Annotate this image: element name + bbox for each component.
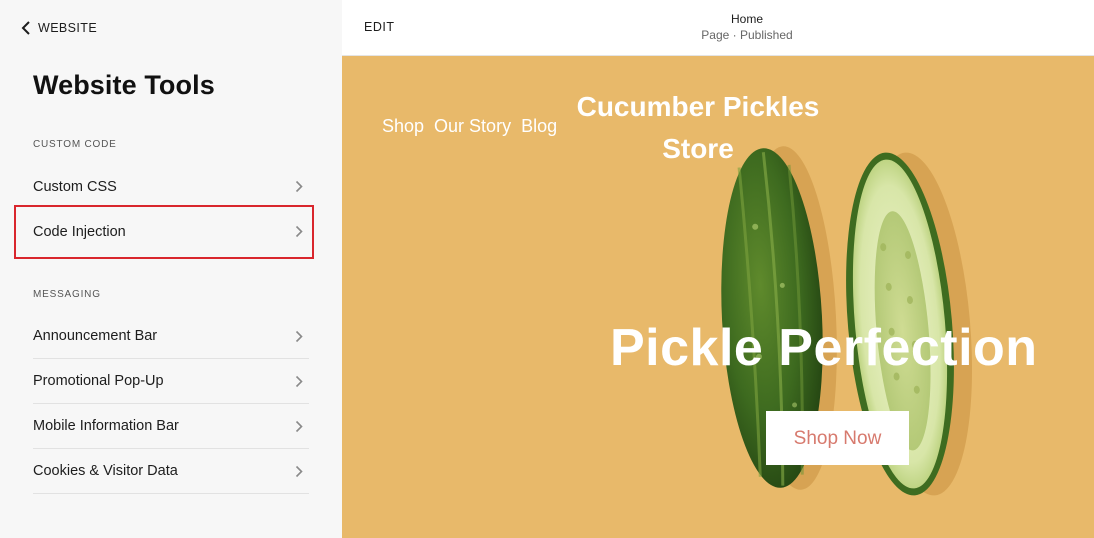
chevron-right-icon: [295, 420, 309, 433]
site-editor: EDIT Home Page · Published Shop Our Stor…: [342, 0, 1094, 538]
sidebar-item-promotional-pop-up[interactable]: Promotional Pop-Up: [33, 359, 309, 404]
messaging-list: Announcement Bar Promotional Pop-Up Mobi…: [0, 314, 342, 494]
site-nav: Shop Our Story Blog: [382, 116, 557, 137]
site-preview[interactable]: Shop Our Story Blog Cucumber Pickles Sto…: [342, 56, 1094, 538]
sidebar-item-label: Code Injection: [33, 223, 126, 240]
sidebar-item-mobile-information-bar[interactable]: Mobile Information Bar: [33, 404, 309, 449]
sidebar-item-label: Cookies & Visitor Data: [33, 463, 178, 479]
sidebar-item-code-injection[interactable]: Code Injection: [33, 209, 309, 254]
sidebar-item-cookies-visitor-data[interactable]: Cookies & Visitor Data: [33, 449, 309, 494]
page-status: Page · Published: [701, 28, 793, 42]
shop-now-button[interactable]: Shop Now: [766, 411, 909, 465]
chevron-right-icon: [295, 180, 309, 193]
site-nav-shop[interactable]: Shop: [382, 116, 424, 137]
editor-topbar: EDIT Home Page · Published: [342, 0, 1094, 56]
back-to-website-link[interactable]: WEBSITE: [21, 18, 97, 38]
chevron-left-icon: [21, 21, 31, 35]
custom-code-list: Custom CSS Code Injection: [0, 164, 342, 254]
chevron-right-icon: [295, 465, 309, 478]
sidebar-item-label: Promotional Pop-Up: [33, 373, 164, 389]
hero-heading: Pickle Perfection: [610, 319, 1038, 377]
sidebar-item-label: Custom CSS: [33, 178, 117, 195]
sidebar-item-label: Announcement Bar: [33, 328, 158, 344]
sidebar-item-announcement-bar[interactable]: Announcement Bar: [33, 314, 309, 359]
site-nav-our-story[interactable]: Our Story: [434, 116, 511, 137]
sidebar-item-label: Mobile Information Bar: [33, 418, 179, 434]
panel-title: Website Tools: [33, 70, 215, 100]
chevron-right-icon: [295, 225, 309, 238]
website-tools-panel: WEBSITE Website Tools CUSTOM CODE Custom…: [0, 0, 342, 538]
app-window: WEBSITE Website Tools CUSTOM CODE Custom…: [0, 0, 1094, 538]
back-label: WEBSITE: [38, 21, 98, 35]
chevron-right-icon: [295, 330, 309, 343]
sidebar-item-custom-css[interactable]: Custom CSS: [33, 164, 309, 209]
chevron-right-icon: [295, 375, 309, 388]
page-info: Home Page · Published: [701, 12, 792, 44]
edit-button[interactable]: EDIT: [364, 20, 394, 34]
site-title[interactable]: Cucumber Pickles Store: [558, 86, 838, 170]
site-nav-blog[interactable]: Blog: [521, 116, 557, 137]
page-name: Home: [730, 12, 763, 26]
section-label-messaging: MESSAGING: [33, 289, 101, 300]
section-label-custom-code: CUSTOM CODE: [33, 139, 117, 150]
